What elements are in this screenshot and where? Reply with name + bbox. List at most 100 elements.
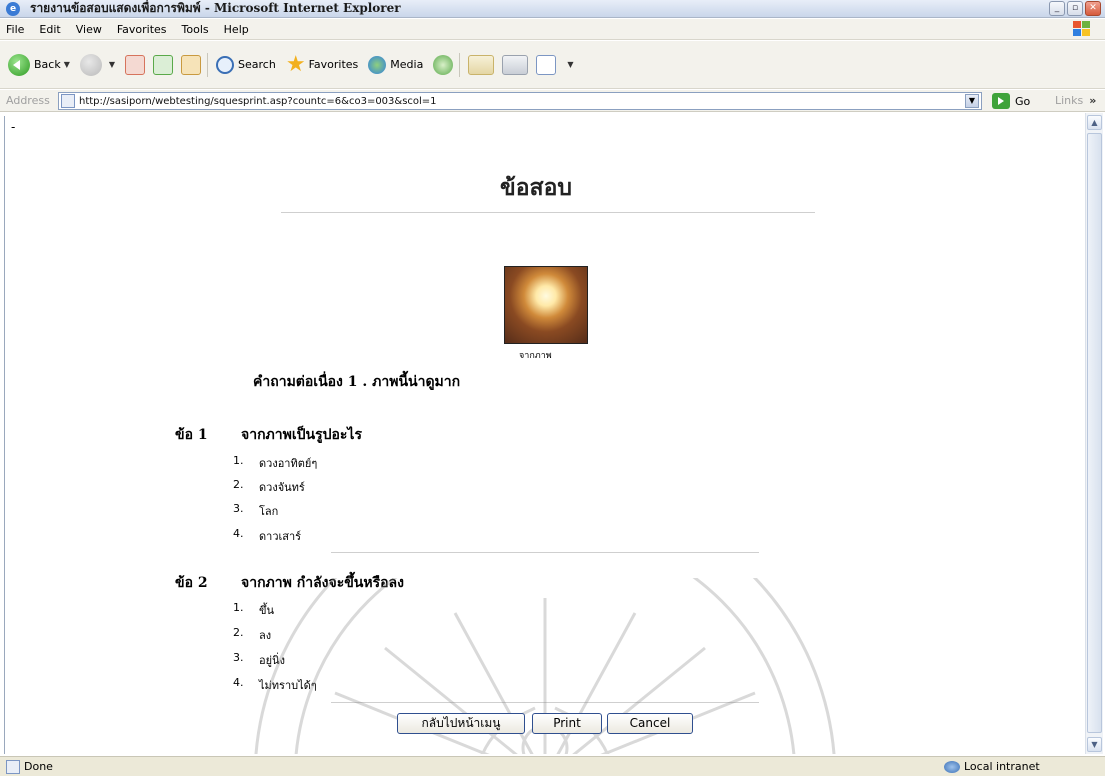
option-number: 3.: [233, 651, 244, 664]
search-label: Search: [238, 58, 276, 71]
menu-bar: File Edit View Favorites Tools Help: [0, 19, 1105, 40]
star-icon: ★: [285, 52, 306, 77]
address-url[interactable]: http://sasiporn/webtesting/squesprint.as…: [79, 96, 437, 107]
page-icon: [61, 94, 75, 108]
favorites-label: Favorites: [308, 58, 359, 71]
minimize-button[interactable]: _: [1049, 1, 1065, 16]
address-bar: Address http://sasiporn/webtesting/sques…: [0, 90, 1105, 112]
forward-button[interactable]: ▼: [79, 53, 115, 76]
menu-help[interactable]: Help: [224, 23, 249, 36]
option-number: 1.: [233, 454, 244, 467]
window-title: รายงานข้อสอบแสดงเพื่อการพิมพ์ - Microsof…: [30, 1, 401, 15]
question-image: [504, 266, 588, 344]
question-number: ข้อ 1: [175, 427, 208, 443]
page-title: ข้อสอบ: [500, 174, 572, 201]
window-controls: _ ▫ ✕: [1049, 1, 1101, 16]
question-number: ข้อ 2: [175, 575, 208, 591]
option-text: ดาวเสาร์: [259, 530, 302, 543]
question-1: ข้อ 1 จากภาพเป็นรูปอะไร: [175, 424, 362, 446]
option-row: 1. ดวงอาทิตย์ๆ: [233, 454, 317, 472]
chevron-right-icon[interactable]: »: [1089, 94, 1096, 107]
stop-icon[interactable]: [125, 54, 146, 75]
standard-toolbar: Back ▼ ▼ Search ★ Favorites Media ▼: [0, 41, 1105, 89]
menu-view[interactable]: View: [76, 23, 102, 36]
option-text: อยู่นิ่ง: [259, 654, 285, 667]
media-icon: [368, 55, 387, 74]
links-label: Links: [1055, 94, 1084, 107]
scroll-thumb[interactable]: [1087, 133, 1102, 733]
print-icon[interactable]: [502, 54, 529, 75]
media-button[interactable]: Media: [368, 55, 424, 74]
scroll-down-icon[interactable]: ▼: [1087, 737, 1102, 752]
menu-tools[interactable]: Tools: [182, 23, 209, 36]
question-text: จากภาพ กำลังจะขึ้นหรือลง: [241, 575, 404, 591]
option-number: 1.: [233, 601, 244, 614]
option-text: ดวงจันทร์: [259, 481, 305, 494]
option-number: 4.: [233, 676, 244, 689]
image-caption: จากภาพ: [519, 351, 552, 361]
question-divider: [331, 552, 759, 553]
menu-favorites[interactable]: Favorites: [117, 23, 167, 36]
address-dropdown-icon[interactable]: ▼: [965, 94, 979, 108]
dropdown-arrow-icon[interactable]: ▼: [64, 60, 70, 69]
option-row: 3. อยู่นิ่ง: [233, 651, 285, 669]
go-button[interactable]: Go: [992, 93, 1030, 109]
title-divider: [281, 212, 815, 213]
maximize-button[interactable]: ▫: [1067, 1, 1083, 16]
favorites-button[interactable]: ★ Favorites: [286, 52, 358, 77]
option-number: 4.: [233, 527, 244, 540]
back-to-menu-button[interactable]: กลับไปหน้าเมนู: [397, 713, 525, 734]
address-label: Address: [6, 94, 50, 107]
option-text: ขึ้น: [259, 604, 275, 617]
windows-logo-icon: [1073, 21, 1091, 37]
option-text: โลก: [259, 505, 279, 518]
address-input[interactable]: http://sasiporn/webtesting/squesprint.as…: [58, 92, 982, 110]
print-button[interactable]: Print: [532, 713, 602, 734]
ie-icon: e: [6, 1, 20, 16]
mail-icon[interactable]: [468, 54, 495, 75]
toolbar-separator: [207, 52, 209, 77]
option-number: 2.: [233, 478, 244, 491]
question-text: จากภาพเป็นรูปอะไร: [241, 427, 362, 443]
search-icon: [216, 55, 235, 74]
forward-arrow-icon: [79, 53, 102, 76]
home-icon[interactable]: [181, 54, 202, 75]
option-text: ดวงอาทิตย์ๆ: [259, 457, 318, 470]
option-text: ลง: [259, 629, 272, 642]
go-arrow-icon: [992, 93, 1010, 109]
toolbar-separator: [459, 52, 461, 77]
option-number: 3.: [233, 502, 244, 515]
dropdown-arrow-icon[interactable]: ▼: [109, 60, 115, 69]
menu-edit[interactable]: Edit: [39, 23, 60, 36]
edit-icon[interactable]: [536, 54, 557, 75]
page-content: - ข้อสอบ จากภาพ คำถามต่อเนื่อง 1 . ภาพนี…: [4, 116, 1084, 754]
history-icon[interactable]: [433, 54, 454, 75]
cancel-button[interactable]: Cancel: [607, 713, 693, 734]
zone-label: Local intranet: [964, 760, 1040, 773]
media-label: Media: [390, 58, 424, 71]
question-divider: [331, 702, 759, 703]
back-arrow-icon: [8, 53, 30, 76]
search-button[interactable]: Search: [216, 55, 276, 74]
option-text: ไม่ทราบได้ๆ: [259, 679, 317, 692]
links-toolbar[interactable]: Links »: [1055, 94, 1096, 107]
option-row: 3. โลก: [233, 502, 278, 520]
refresh-icon[interactable]: [153, 54, 174, 75]
followup-question: คำถามต่อเนื่อง 1 . ภาพนี้น่าดูมาก: [253, 374, 461, 390]
close-button[interactable]: ✕: [1085, 1, 1101, 16]
option-row: 4. ไม่ทราบได้ๆ: [233, 676, 317, 694]
page-dash: -: [11, 120, 16, 134]
option-row: 2. ลง: [233, 626, 271, 644]
question-2: ข้อ 2 จากภาพ กำลังจะขึ้นหรือลง: [175, 572, 404, 594]
option-row: 4. ดาวเสาร์: [233, 527, 301, 545]
scroll-up-icon[interactable]: ▲: [1087, 115, 1102, 130]
back-button[interactable]: Back ▼: [8, 53, 70, 76]
dropdown-arrow-icon[interactable]: ▼: [567, 60, 573, 69]
window-titlebar: e รายงานข้อสอบแสดงเพื่อการพิมพ์ - Micros…: [0, 0, 1105, 18]
option-row: 2. ดวงจันทร์: [233, 478, 305, 496]
option-number: 2.: [233, 626, 244, 639]
menu-file[interactable]: File: [6, 23, 24, 36]
go-label: Go: [1015, 94, 1031, 108]
vertical-scrollbar[interactable]: ▲ ▼: [1085, 113, 1103, 754]
page-done-icon: [6, 759, 20, 774]
